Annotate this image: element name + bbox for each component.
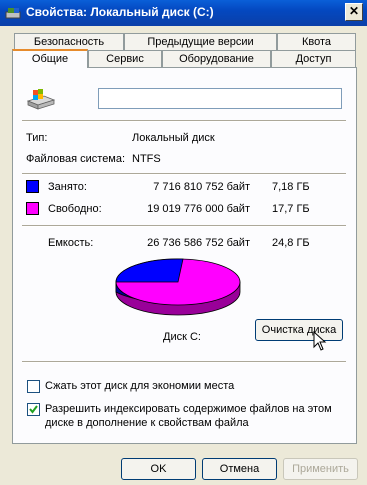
- type-value: Локальный диск: [132, 132, 215, 144]
- free-size: 17,7 ГБ: [272, 203, 310, 215]
- free-bytes: 19 019 776 000 байт: [147, 203, 250, 215]
- separator: [22, 361, 346, 363]
- capacity-label: Емкость:: [48, 237, 94, 249]
- free-label: Свободно:: [48, 203, 102, 215]
- separator: [22, 173, 346, 175]
- tab-hardware[interactable]: Оборудование: [162, 50, 271, 67]
- disk-usage-pie-chart: [115, 258, 241, 316]
- capacity-bytes: 26 736 586 752 байт: [147, 237, 250, 249]
- index-label-line2: диске в дополнение к свойствам файла: [45, 417, 249, 429]
- index-checkbox[interactable]: [27, 403, 40, 416]
- tab-security[interactable]: Безопасность: [14, 33, 124, 50]
- hard-drive-icon: [26, 89, 56, 110]
- filesystem-label: Файловая система:: [26, 153, 126, 165]
- compress-checkbox[interactable]: [27, 380, 40, 393]
- cancel-button[interactable]: Отмена: [202, 458, 277, 480]
- used-label: Занято:: [48, 181, 87, 193]
- type-label: Тип:: [26, 132, 48, 144]
- window-title: Свойства: Локальный диск (C:): [26, 5, 214, 19]
- drive-name-input[interactable]: [98, 88, 342, 109]
- apply-button[interactable]: Применить: [283, 458, 358, 480]
- capacity-size: 24,8 ГБ: [272, 237, 310, 249]
- disk-cleanup-button[interactable]: Очистка диска: [255, 319, 343, 341]
- drive-icon: [5, 8, 21, 19]
- compress-label: Сжать этот диск для экономии места: [45, 380, 235, 392]
- disk-label: Диск C:: [163, 331, 201, 343]
- tab-quota[interactable]: Квота: [277, 33, 356, 50]
- tab-sharing[interactable]: Доступ: [271, 50, 356, 67]
- separator: [22, 120, 346, 122]
- check-icon: [29, 405, 38, 414]
- pie-slice-used: [115, 258, 184, 283]
- used-space-swatch: [26, 180, 39, 193]
- close-button[interactable]: ✕: [345, 3, 363, 21]
- tab-general[interactable]: Общие: [12, 49, 88, 68]
- filesystem-value: NTFS: [132, 153, 161, 165]
- ok-button[interactable]: OK: [121, 458, 196, 480]
- mouse-cursor-icon: [313, 331, 327, 351]
- used-size: 7,18 ГБ: [272, 181, 310, 193]
- tab-previous-versions[interactable]: Предыдущие версии: [124, 33, 277, 50]
- title-bar[interactable]: Свойства: Локальный диск (C:) ✕: [0, 0, 367, 26]
- index-label-line1: Разрешить индексировать содержимое файло…: [45, 403, 332, 415]
- used-bytes: 7 716 810 752 байт: [153, 181, 250, 193]
- separator: [22, 225, 346, 227]
- tab-tools[interactable]: Сервис: [88, 50, 162, 67]
- free-space-swatch: [26, 202, 39, 215]
